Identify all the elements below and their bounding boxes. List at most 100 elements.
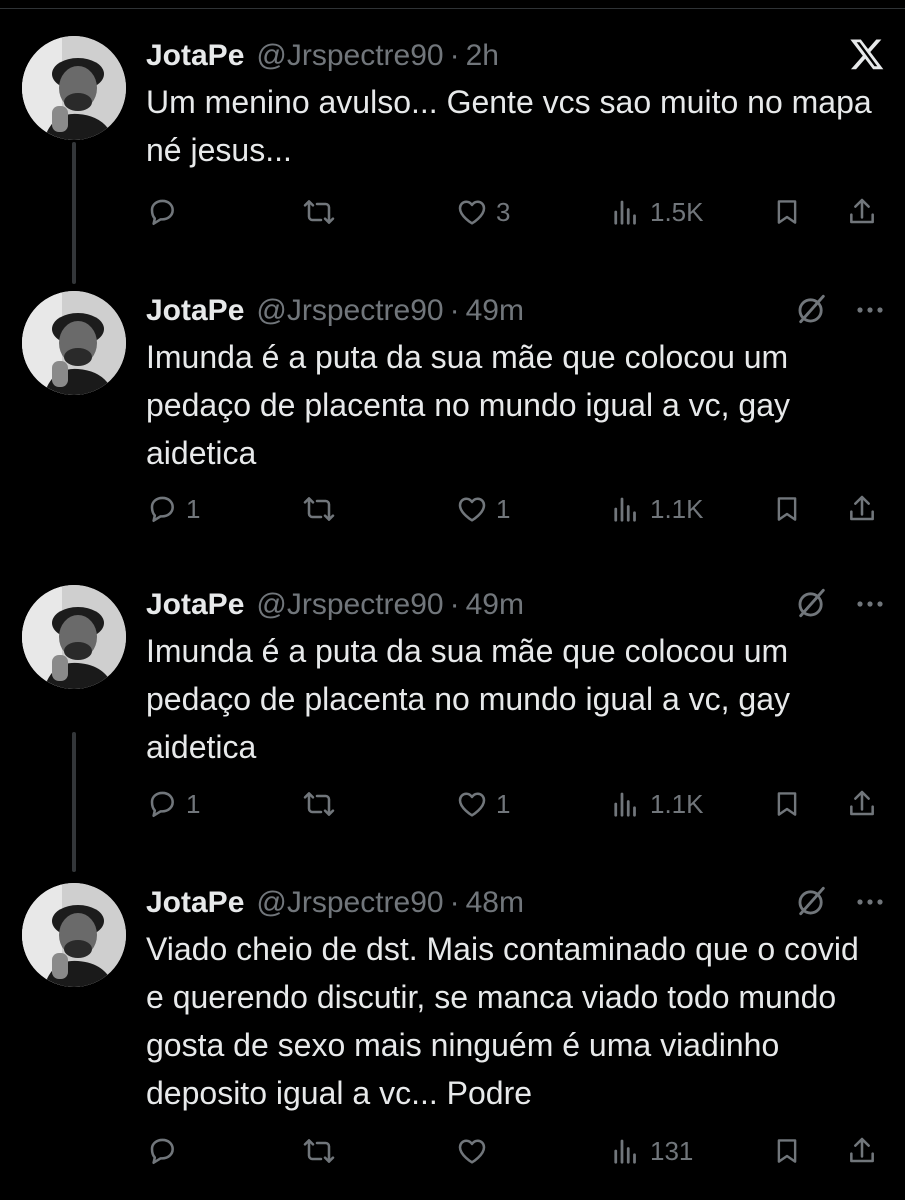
- avatar[interactable]: [22, 585, 126, 689]
- share-button[interactable]: [846, 1131, 878, 1171]
- like-icon: [456, 788, 488, 820]
- user-handle[interactable]: @Jrspectre90: [256, 294, 443, 328]
- like-button[interactable]: [456, 1131, 496, 1171]
- retweet-button[interactable]: [302, 784, 344, 824]
- avatar[interactable]: [22, 883, 126, 987]
- action-bar: 1 1 1.1K: [146, 784, 886, 824]
- thread-line: [72, 732, 76, 872]
- display-name[interactable]: JotaPe: [146, 588, 244, 622]
- user-handle[interactable]: @Jrspectre90: [256, 886, 443, 920]
- bookmark-icon: [772, 788, 802, 820]
- reply-icon: [146, 788, 178, 820]
- more-options-icon[interactable]: [855, 894, 885, 912]
- views-button[interactable]: 1.1K: [612, 784, 704, 824]
- retweet-button[interactable]: [302, 192, 344, 232]
- user-handle[interactable]: @Jrspectre90: [256, 588, 443, 622]
- more-options-icon[interactable]: [855, 302, 885, 320]
- retweet-button[interactable]: [302, 1131, 344, 1171]
- separator-dot: ·: [449, 886, 460, 919]
- like-button[interactable]: 1: [456, 784, 510, 824]
- like-icon: [456, 1135, 488, 1167]
- retweet-button[interactable]: [302, 489, 344, 529]
- views-icon: [612, 196, 642, 228]
- timestamp[interactable]: 49m: [466, 588, 524, 622]
- retweet-icon: [302, 788, 336, 820]
- tweet-text: Imunda é a puta da sua mãe que colocou u…: [146, 633, 791, 765]
- reply-count: 1: [186, 493, 201, 524]
- reply-button[interactable]: 1: [146, 784, 200, 824]
- reply-icon: [146, 493, 178, 525]
- action-bar: 131: [146, 1131, 886, 1171]
- views-icon: [612, 788, 642, 820]
- like-count: 1: [496, 493, 511, 524]
- views-button[interactable]: 131: [612, 1131, 693, 1171]
- share-icon: [846, 196, 878, 228]
- timestamp[interactable]: 48m: [466, 886, 524, 920]
- retweet-icon: [302, 493, 336, 525]
- share-icon: [846, 493, 878, 525]
- views-count: 1.1K: [650, 788, 704, 819]
- bookmark-icon: [772, 196, 802, 228]
- like-icon: [456, 196, 488, 228]
- bookmark-icon: [772, 493, 802, 525]
- thread-line: [72, 142, 76, 284]
- views-count: 1.1K: [650, 493, 704, 524]
- retweet-icon: [302, 196, 336, 228]
- timestamp[interactable]: 49m: [466, 294, 524, 328]
- avatar[interactable]: [22, 36, 126, 140]
- views-button[interactable]: 1.5K: [612, 192, 704, 232]
- tweet-text: Viado cheio de dst. Mais contaminado que…: [146, 931, 859, 1111]
- retweet-icon: [302, 1135, 336, 1167]
- reply-icon: [146, 1135, 178, 1167]
- bookmark-button[interactable]: [772, 784, 802, 824]
- display-name[interactable]: JotaPe: [146, 294, 244, 328]
- bookmark-button[interactable]: [772, 1131, 802, 1171]
- separator-dot: ·: [449, 588, 460, 621]
- tweet-header: JotaPe @Jrspectre90 · 49m: [146, 291, 885, 331]
- views-icon: [612, 1135, 642, 1167]
- more-options-icon[interactable]: [855, 596, 885, 614]
- timestamp[interactable]: 2h: [466, 39, 499, 73]
- tweet-header: JotaPe @Jrspectre90 · 2h: [146, 36, 885, 76]
- reply-button[interactable]: [146, 1131, 186, 1171]
- user-handle[interactable]: @Jrspectre90: [256, 39, 443, 73]
- action-bar: 1 1 1.1K: [146, 489, 886, 529]
- like-button[interactable]: 1: [456, 489, 510, 529]
- tweet-text: Imunda é a puta da sua mãe que colocou u…: [146, 339, 791, 471]
- like-count: 3: [496, 196, 511, 227]
- bookmark-icon: [772, 1135, 802, 1167]
- like-icon: [456, 493, 488, 525]
- bookmark-button[interactable]: [772, 192, 802, 232]
- x-logo-icon[interactable]: [849, 36, 885, 77]
- display-name[interactable]: JotaPe: [146, 886, 244, 920]
- reply-button[interactable]: [146, 192, 186, 232]
- views-count: 1.5K: [650, 196, 704, 227]
- separator-dot: ·: [449, 39, 460, 72]
- bookmark-button[interactable]: [772, 489, 802, 529]
- share-icon: [846, 788, 878, 820]
- tweet-header: JotaPe @Jrspectre90 · 48m: [146, 883, 885, 923]
- share-icon: [846, 1135, 878, 1167]
- tweet-header: JotaPe @Jrspectre90 · 49m: [146, 585, 885, 625]
- grok-icon[interactable]: [795, 884, 829, 923]
- reply-button[interactable]: 1: [146, 489, 200, 529]
- views-button[interactable]: 1.1K: [612, 489, 704, 529]
- like-button[interactable]: 3: [456, 192, 510, 232]
- display-name[interactable]: JotaPe: [146, 39, 244, 73]
- reply-icon: [146, 196, 178, 228]
- share-button[interactable]: [846, 192, 878, 232]
- reply-count: 1: [186, 788, 201, 819]
- views-icon: [612, 493, 642, 525]
- views-count: 131: [650, 1135, 694, 1166]
- grok-icon[interactable]: [795, 292, 829, 331]
- share-button[interactable]: [846, 489, 878, 529]
- share-button[interactable]: [846, 784, 878, 824]
- separator-dot: ·: [449, 294, 460, 327]
- grok-icon[interactable]: [795, 586, 829, 625]
- action-bar: 3 1.5K: [146, 192, 886, 232]
- thread-view: JotaPe @Jrspectre90 · 2h Um menino avuls…: [0, 0, 905, 1200]
- divider: [0, 8, 905, 9]
- avatar[interactable]: [22, 291, 126, 395]
- tweet-text: Um menino avulso... Gente vcs sao muito …: [146, 84, 872, 168]
- like-count: 1: [496, 788, 511, 819]
